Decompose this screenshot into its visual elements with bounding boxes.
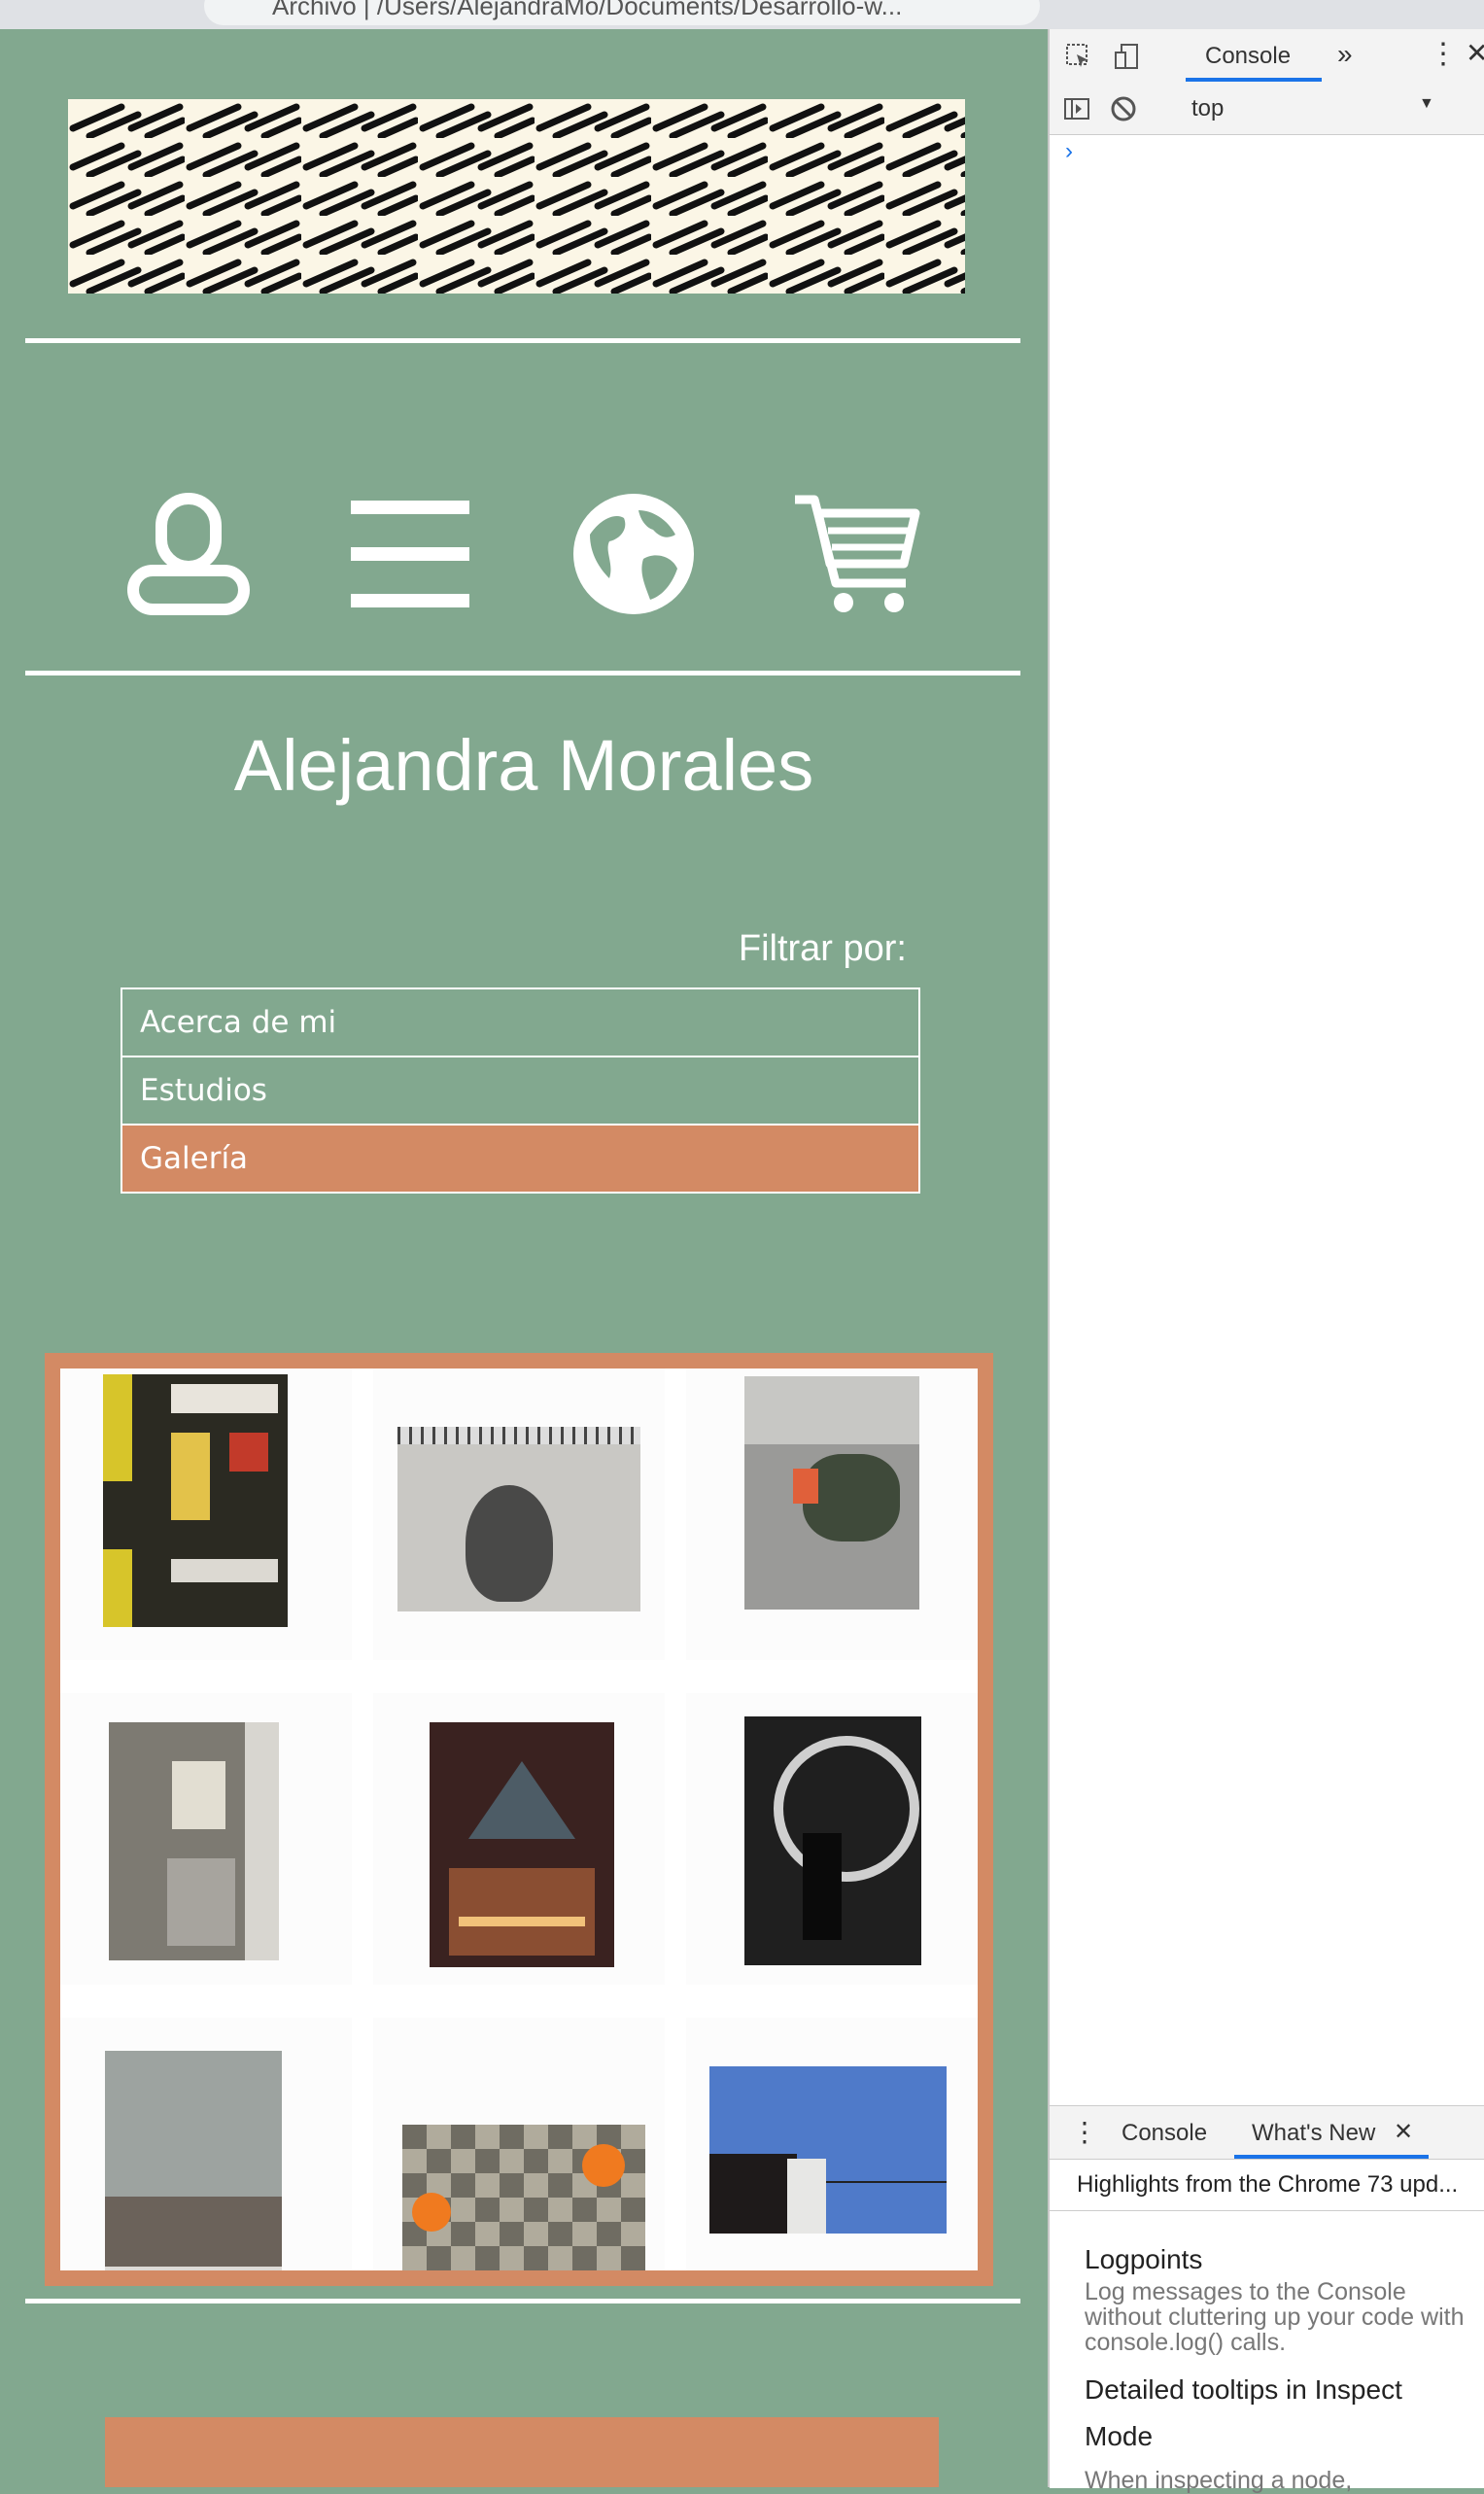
- close-icon[interactable]: ✕: [1466, 37, 1484, 69]
- filter-menu: Acerca de mi Estudios Galería: [121, 987, 920, 1194]
- console-prompt-icon[interactable]: ›: [1065, 138, 1073, 165]
- photo-mural[interactable]: [744, 1716, 921, 1965]
- header-banner: [68, 99, 965, 294]
- gallery-frame: [45, 1353, 993, 2286]
- page-viewport: Alejandra Morales Filtrar por: Acerca de…: [0, 29, 1048, 2487]
- photo-altar[interactable]: [430, 1722, 614, 1967]
- page-title: Alejandra Morales: [233, 725, 814, 806]
- divider-nav: [25, 671, 1020, 675]
- device-toggle-icon[interactable]: [1114, 43, 1141, 70]
- context-dropdown-icon[interactable]: ▼: [1419, 95, 1434, 113]
- more-tabs-icon[interactable]: »: [1337, 39, 1353, 70]
- gallery-cell: [686, 1693, 978, 1985]
- devtools-drawer: ⋮ Console What's New ✕ Highlights from t…: [1050, 2105, 1484, 2493]
- user-icon[interactable]: [121, 486, 257, 622]
- close-tab-icon[interactable]: ✕: [1394, 2118, 1413, 2146]
- kebab-menu-icon[interactable]: ⋮: [1429, 37, 1458, 71]
- gallery-grid: [60, 1368, 978, 2270]
- browser-toolbar: Archivo | /Users/AlejandraMo/Documents/D…: [0, 0, 1484, 29]
- drawer-tab-whats-new[interactable]: What's New: [1252, 2120, 1375, 2147]
- filter-label: Filtrar por:: [738, 928, 907, 969]
- address-bar[interactable]: Archivo | /Users/AlejandraMo/Documents/D…: [204, 0, 1040, 25]
- gallery-cell: [60, 2018, 352, 2270]
- menu-item-galeria[interactable]: Galería: [122, 1126, 918, 1192]
- footer-block: [105, 2417, 939, 2487]
- devtools-panel: Console » ⋮ ✕ top ▼ › ⋮ Console What's N…: [1048, 29, 1484, 2493]
- console-toolbar: top ▼: [1050, 82, 1484, 135]
- sidebar-toggle-icon[interactable]: [1063, 95, 1090, 122]
- clear-console-icon[interactable]: [1110, 95, 1137, 122]
- photo-wall[interactable]: [105, 2051, 282, 2270]
- divider-bottom: [25, 2299, 1020, 2303]
- photo-shadow[interactable]: [397, 1427, 640, 1611]
- inspect-icon[interactable]: [1065, 43, 1092, 70]
- gallery-cell: [686, 1368, 978, 1660]
- menu-icon[interactable]: [342, 486, 478, 622]
- drawer-tabs: ⋮ Console What's New ✕: [1050, 2106, 1484, 2160]
- divider-top: [25, 338, 1020, 343]
- gallery-cell: [373, 1693, 665, 1985]
- photo-doorway[interactable]: [103, 1374, 288, 1627]
- whats-new-desc: Log messages to the Console without clut…: [1085, 2278, 1465, 2356]
- highlights-header: Highlights from the Chrome 73 upd...: [1050, 2159, 1484, 2211]
- drawer-tab-console[interactable]: Console: [1122, 2120, 1207, 2147]
- menu-item-estudios[interactable]: Estudios: [122, 1057, 918, 1126]
- gallery-cell: [60, 1368, 352, 1660]
- whats-new-title[interactable]: Detailed tooltips in Inspect Mode: [1085, 2367, 1473, 2460]
- whats-new-title[interactable]: Logpoints: [1085, 2244, 1202, 2275]
- gallery-cell: [60, 1693, 352, 1985]
- gallery-cell: [373, 2018, 665, 2270]
- photo-street-vendor[interactable]: [744, 1376, 919, 1610]
- menu-item-acerca[interactable]: Acerca de mi: [122, 989, 918, 1057]
- globe-icon[interactable]: [566, 486, 702, 622]
- photo-tiles-flowers[interactable]: [402, 2125, 645, 2270]
- drawer-menu-icon[interactable]: ⋮: [1071, 2116, 1098, 2148]
- whats-new-desc: When inspecting a node,: [1085, 2467, 1353, 2494]
- gallery-cell: [686, 2018, 978, 2270]
- cart-icon[interactable]: [789, 486, 925, 622]
- context-select[interactable]: top: [1191, 95, 1224, 122]
- devtools-toolbar: Console » ⋮ ✕: [1050, 29, 1484, 83]
- gallery-cell: [373, 1368, 665, 1660]
- photo-door-sign[interactable]: [109, 1722, 279, 1960]
- photo-building-sky[interactable]: [709, 2066, 947, 2234]
- pattern-graphic: [68, 99, 965, 294]
- tab-console[interactable]: Console: [1205, 43, 1291, 70]
